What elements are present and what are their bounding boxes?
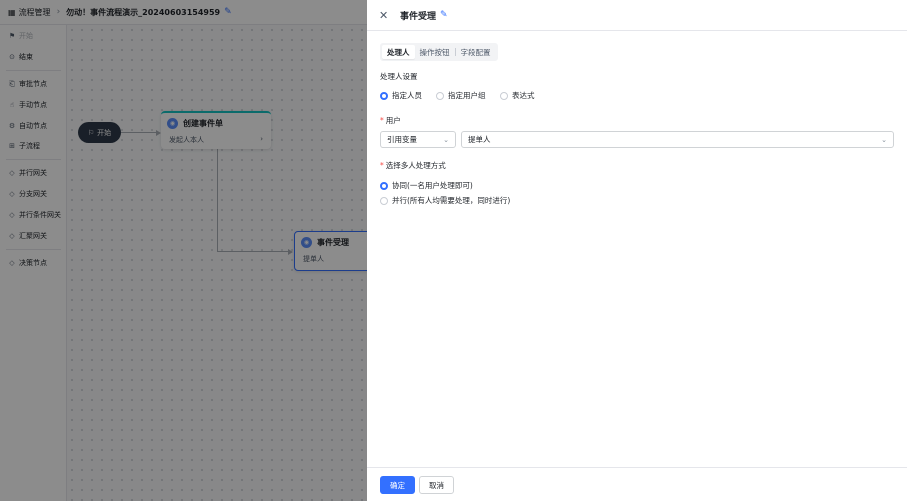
- required-asterisk: *: [380, 161, 384, 170]
- chevron-down-icon: ⌄: [881, 135, 887, 144]
- required-asterisk: *: [380, 116, 384, 125]
- tab-action-buttons[interactable]: 操作按钮: [415, 45, 455, 59]
- variable-type-select[interactable]: 引用变量 ⌄: [380, 131, 456, 148]
- radio-specified-group[interactable]: 指定用户组: [436, 90, 486, 101]
- radio-collaborative[interactable]: 协同(一名用户处理即可): [380, 180, 473, 191]
- drawer-header: ✕ 事件受理 ✎: [367, 0, 907, 31]
- cancel-button[interactable]: 取消: [419, 476, 454, 494]
- drawer-footer: 确定 取消: [367, 467, 907, 501]
- tab-handler[interactable]: 处理人: [382, 45, 415, 59]
- node-config-drawer: ✕ 事件受理 ✎ 处理人 操作按钮 字段配置 处理人设置 指定人员 指定用户组 …: [367, 0, 907, 501]
- user-select[interactable]: 提单人 ⌄: [461, 131, 894, 148]
- drawer-title: 事件受理: [400, 11, 437, 22]
- radio-checked-icon: [380, 181, 388, 190]
- chevron-down-icon: ⌄: [443, 135, 449, 144]
- radio-specified-person[interactable]: 指定人员: [380, 90, 422, 101]
- handler-section-label: 处理人设置: [380, 72, 418, 81]
- radio-unchecked-icon: [380, 196, 388, 205]
- radio-unchecked-icon: [436, 91, 444, 100]
- user-label: * 用户: [380, 116, 401, 125]
- close-icon[interactable]: ✕: [379, 9, 391, 22]
- radio-parallel[interactable]: 并行(所有人均需要处理，同时进行): [380, 195, 510, 206]
- radio-checked-icon: [380, 91, 388, 100]
- pencil-icon[interactable]: ✎: [440, 10, 448, 20]
- radio-expression[interactable]: 表达式: [500, 90, 535, 101]
- confirm-button[interactable]: 确定: [380, 476, 415, 494]
- tab-bar: 处理人 操作按钮 字段配置: [380, 43, 498, 61]
- modal-overlay[interactable]: [0, 0, 367, 501]
- tab-field-config[interactable]: 字段配置: [456, 45, 496, 59]
- multi-handling-label: * 选择多人处理方式: [380, 161, 446, 170]
- radio-unchecked-icon: [500, 91, 508, 100]
